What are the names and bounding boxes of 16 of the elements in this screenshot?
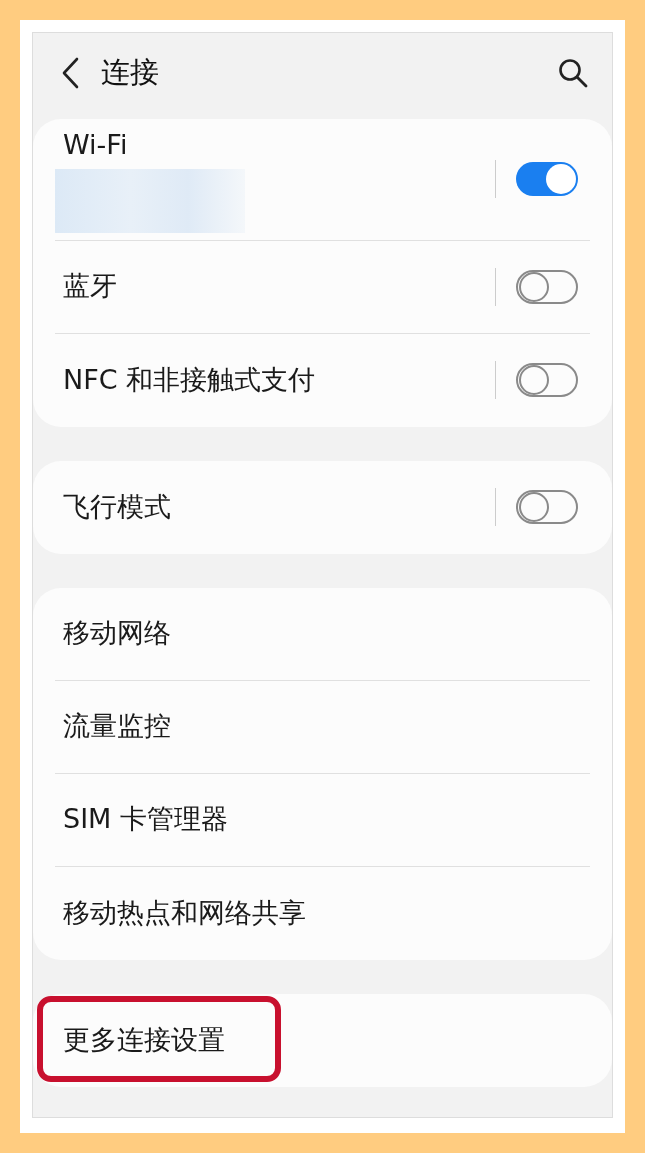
setting-label[interactable]: SIM 卡管理器 [63, 799, 228, 840]
search-icon[interactable] [558, 57, 588, 88]
setting-label[interactable]: NFC 和非接触式支付 [63, 359, 316, 401]
setting-label[interactable]: 飞行模式 [63, 486, 171, 528]
setting-label[interactable]: 更多连接设置 [63, 1019, 225, 1061]
setting-label[interactable]: 移动网络 [63, 613, 171, 654]
toggle-switch[interactable] [516, 162, 578, 196]
setting-label[interactable]: 流量监控 [63, 706, 171, 747]
setting-label[interactable]: 移动热点和网络共享 [63, 892, 306, 934]
toggle-switch[interactable] [516, 269, 578, 304]
page-title: 连接 [101, 54, 159, 91]
setting-label[interactable]: 蓝牙 [63, 266, 117, 307]
toggle-switch[interactable] [516, 363, 578, 397]
setting-label[interactable]: Wi-Fi [63, 124, 245, 166]
toggle-switch[interactable] [516, 490, 578, 524]
back-icon[interactable] [61, 56, 79, 89]
